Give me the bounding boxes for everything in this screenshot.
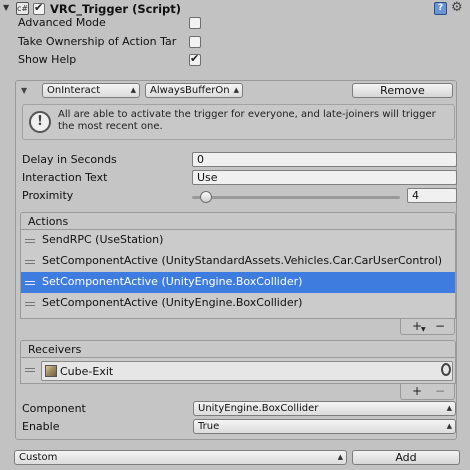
interaction-text-input[interactable]: Use (192, 170, 457, 185)
receivers-header: Receivers (20, 340, 456, 358)
help-book-icon[interactable]: ? (434, 2, 447, 15)
remove-trigger-button[interactable]: Remove (352, 83, 453, 98)
enable-label: Enable (22, 420, 60, 433)
component-label: Component (22, 402, 86, 415)
slider-track (192, 196, 400, 199)
help-box: ! All are able to activate the trigger f… (22, 104, 455, 140)
add-trigger-button[interactable]: Add (352, 450, 460, 465)
receiver-object-name: Cube-Exit (60, 365, 114, 378)
component-title: VRC_Trigger (Script) (50, 2, 182, 16)
list-item[interactable]: SetComponentActive (UnityEngine.BoxColli… (21, 293, 455, 314)
help-text: All are able to activate the trigger for… (58, 109, 436, 132)
component-dropdown[interactable]: UnityEngine.BoxCollider ▲ (193, 401, 456, 416)
component-enabled-checkbox[interactable] (33, 1, 45, 15)
list-item[interactable]: SendRPC (UseStation) (21, 230, 455, 251)
show-help-checkbox[interactable] (189, 52, 201, 66)
delay-input[interactable]: 0 (192, 152, 457, 167)
receivers-title: Receivers (28, 343, 82, 356)
script-icon: c# (16, 2, 29, 15)
receivers-list: Cube-Exit (20, 358, 456, 384)
slider-thumb[interactable] (200, 191, 212, 203)
enable-dropdown[interactable]: True ▲ (193, 419, 456, 434)
add-action-dropdown-icon: ▼ (421, 326, 426, 333)
drag-handle-icon[interactable] (25, 368, 35, 372)
remove-receiver-button[interactable]: − (435, 384, 445, 398)
show-help-label: Show Help (18, 53, 77, 66)
cube-icon (45, 365, 57, 377)
proximity-label: Proximity (22, 189, 74, 202)
drag-handle-icon[interactable] (25, 260, 35, 264)
settings-gear-icon[interactable]: ⚙ (451, 0, 463, 15)
trigger-foldout-icon[interactable]: ▼ (21, 86, 27, 95)
take-ownership-checkbox[interactable] (189, 36, 201, 48)
actions-header: Actions (20, 212, 456, 230)
drag-handle-icon[interactable] (25, 302, 35, 306)
proximity-slider[interactable] (192, 190, 400, 204)
delay-label: Delay in Seconds (22, 153, 117, 166)
proximity-input[interactable]: 4 (407, 188, 457, 203)
drag-handle-icon[interactable] (25, 239, 35, 243)
object-picker-icon[interactable] (441, 363, 451, 376)
list-item[interactable]: SetComponentActive (UnityStandardAssets.… (21, 251, 455, 272)
advanced-mode-label: Advanced Mode (18, 16, 106, 29)
add-receiver-button[interactable]: + (412, 384, 422, 398)
take-ownership-label: Take Ownership of Action Tar (18, 35, 177, 48)
receivers-footer: + − (400, 384, 455, 400)
info-icon: ! (29, 111, 51, 133)
trigger-type-dropdown[interactable]: OnInteract ▲ (42, 83, 140, 98)
drag-handle-icon[interactable] (25, 281, 35, 285)
interaction-text-label: Interaction Text (22, 171, 108, 184)
foldout-arrow-icon[interactable]: ▼ (3, 3, 9, 12)
actions-footer: + ▼ − (400, 319, 455, 335)
remove-action-button[interactable]: − (435, 319, 445, 333)
actions-title: Actions (28, 215, 69, 228)
list-item[interactable]: SetComponentActive (UnityEngine.BoxColli… (21, 272, 455, 293)
trigger-preset-dropdown[interactable]: Custom ▲ (14, 450, 347, 465)
advanced-mode-checkbox[interactable] (189, 17, 201, 29)
receiver-object-field[interactable]: Cube-Exit (41, 361, 453, 381)
broadcast-type-dropdown[interactable]: AlwaysBufferOn ▲ (145, 83, 243, 98)
